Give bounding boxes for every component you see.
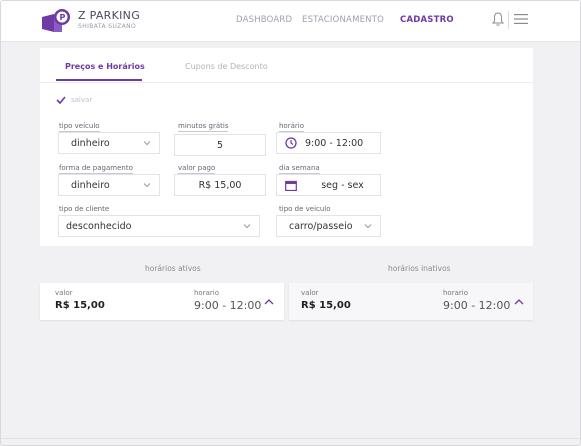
user-name: SHIBATA SUZANO	[78, 23, 137, 30]
chevron-up-icon[interactable]	[514, 298, 524, 305]
nav-dashboard[interactable]: DASHBOARD	[236, 15, 292, 25]
active-schedule-card[interactable]: valor R$ 15,00 horario 9:00 - 12:00	[40, 283, 284, 320]
tipo-veiculo2-select[interactable]: carro/passeio	[276, 215, 381, 237]
inactive-schedule-card[interactable]: valor R$ 15,00 horario 9:00 - 12:00	[289, 283, 533, 320]
valor-pago-input[interactable]: R$ 15,00	[174, 174, 266, 196]
calendar-icon	[285, 180, 297, 191]
forma-pagamento-value: dinheiro	[71, 179, 110, 191]
tipo-cliente-select[interactable]: desconhecido	[58, 215, 260, 237]
minutos-gratis-value: 5	[216, 139, 224, 151]
save-label: salvar	[71, 96, 93, 104]
nav-estacionamento[interactable]: ESTACIONAMENTO	[302, 15, 384, 25]
horario-value: 9:00 - 12:00	[194, 299, 262, 312]
dia-semana-label: dia semana	[279, 164, 320, 174]
minutos-gratis-input[interactable]: 5	[174, 134, 266, 156]
valor-pago-label: valor pago	[178, 164, 216, 174]
valor-value: R$ 15,00	[55, 300, 105, 311]
brand: Z PARKING SHIBATA SUZANO	[78, 9, 140, 30]
horario-label: horario	[443, 289, 468, 297]
valor-label: valor	[301, 289, 319, 297]
menu-icon[interactable]	[514, 13, 528, 25]
horario-label: horário	[279, 122, 304, 132]
footer-divider	[0, 438, 581, 439]
chevron-down-icon	[364, 224, 372, 229]
active-tab-indicator	[56, 79, 142, 81]
tipo-veiculo-select[interactable]: dinheiro	[58, 132, 160, 154]
tipo-veiculo2-value: carro/passeio	[289, 220, 353, 232]
horario-value: 9:00 - 12:00	[443, 299, 511, 312]
valor-label: valor	[55, 289, 73, 297]
tab-cupons-desconto[interactable]: Cupons de Desconto	[185, 62, 268, 71]
dia-semana-value: seg - sex	[321, 179, 364, 191]
horarios-inativos-heading: horários inativos	[388, 264, 451, 273]
horarios-ativos-heading: horários ativos	[145, 264, 201, 273]
valor-pago-value: R$ 15,00	[198, 179, 242, 191]
app-name: Z PARKING	[78, 9, 141, 22]
chevron-up-icon[interactable]	[264, 298, 274, 305]
tab-divider	[40, 82, 533, 83]
svg-text:P: P	[60, 13, 66, 22]
chevron-down-icon	[243, 224, 251, 229]
chevron-down-icon	[143, 141, 151, 146]
horario-value: 9:00 - 12:00	[305, 137, 364, 149]
bell-icon[interactable]	[492, 11, 504, 27]
minutos-gratis-label: minutos grátis	[178, 122, 229, 132]
save-button[interactable]: salvar	[56, 96, 92, 104]
tipo-cliente-value: desconhecido	[66, 220, 132, 232]
header-divider	[508, 11, 509, 29]
tipo-veiculo-value: dinheiro	[71, 137, 110, 149]
check-icon	[56, 96, 66, 104]
tab-precos-horarios[interactable]: Preços e Horários	[65, 62, 145, 71]
pricing-form-card: Preços e Horários Cupons de Desconto sal…	[40, 48, 533, 246]
tipo-veiculo2-label: tipo de veiculo	[279, 205, 331, 213]
chevron-down-icon	[143, 183, 151, 188]
horario-input[interactable]: 9:00 - 12:00	[276, 132, 381, 154]
valor-value: R$ 15,00	[301, 300, 351, 311]
dia-semana-input[interactable]: seg - sex	[276, 174, 381, 196]
app-header: P Z PARKING SHIBATA SUZANO DASHBOARD EST…	[0, 0, 581, 42]
forma-pagamento-select[interactable]: dinheiro	[58, 174, 160, 196]
tipo-veiculo-label: tipo veículo	[59, 122, 100, 132]
nav-cadastro[interactable]: CADASTRO	[400, 15, 454, 25]
clock-icon	[285, 137, 297, 149]
horario-label: horario	[194, 289, 219, 297]
tipo-cliente-label: tipo de cliente	[59, 205, 110, 213]
forma-pagamento-label: forma de pagamento	[59, 164, 133, 174]
parking-logo-icon: P	[42, 9, 70, 32]
